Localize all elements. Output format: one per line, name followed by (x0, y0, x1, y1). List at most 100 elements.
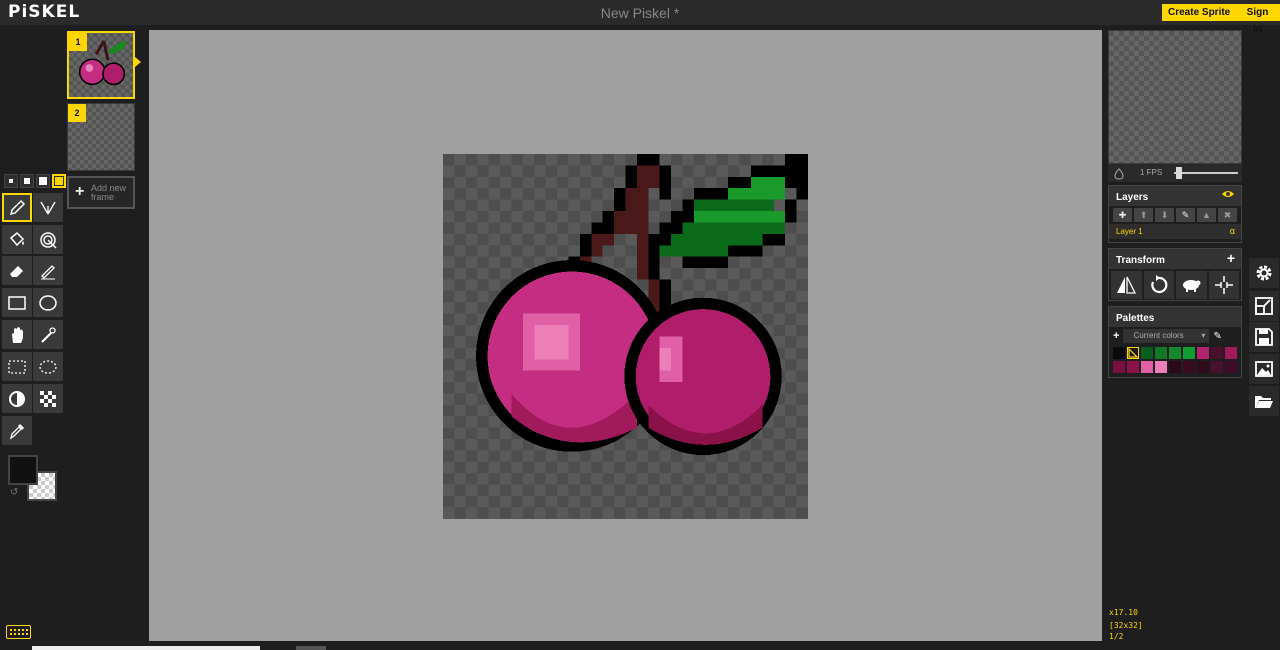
resize-button[interactable] (1249, 291, 1279, 321)
color-swatch[interactable] (1183, 347, 1195, 359)
color-swatch[interactable] (1197, 347, 1209, 359)
folder-open-icon (1255, 396, 1273, 408)
color-swatch[interactable] (1113, 347, 1125, 359)
chevron-down-icon: ▾ (1201, 331, 1206, 340)
add-palette-button[interactable]: + (1113, 330, 1119, 342)
color-swatch[interactable] (1169, 361, 1181, 373)
import-button[interactable] (1249, 386, 1279, 416)
pen-size-4[interactable] (52, 174, 66, 188)
delete-layer-button[interactable]: ✖ (1218, 208, 1237, 222)
color-swatch[interactable] (1197, 361, 1209, 373)
edit-layer-button[interactable]: ✎ (1176, 208, 1195, 222)
top-bar: PiSKEL New Piskel * Create Sprite Sign i… (0, 0, 1280, 35)
pen-size-3[interactable] (36, 174, 50, 188)
checker-icon (40, 390, 56, 407)
piskel-logo[interactable]: PiSKEL (8, 2, 80, 22)
fps-slider[interactable] (1174, 172, 1238, 174)
color-swatch[interactable] (1183, 361, 1195, 373)
settings-button[interactable] (1249, 258, 1279, 288)
edit-palette-icon[interactable]: ✎ (1213, 331, 1221, 342)
circle-tool[interactable] (33, 288, 63, 317)
clone-button[interactable] (1176, 271, 1207, 299)
paint-bucket-tool[interactable] (2, 225, 32, 254)
layers-title: Layers (1109, 186, 1241, 206)
color-swatch[interactable] (1155, 361, 1167, 373)
plus-icon[interactable]: + (1227, 250, 1235, 266)
palette-dropdown[interactable]: Current colors ▾ (1123, 329, 1210, 343)
resize-icon (1255, 297, 1273, 315)
flip-icon (1117, 276, 1137, 294)
paint-all-same-color-tool[interactable] (33, 225, 63, 254)
pen-size-selector (4, 174, 66, 188)
animation-preview[interactable] (1108, 30, 1242, 164)
transform-panel: Transform + (1108, 248, 1242, 301)
layer-opacity[interactable]: α (1230, 226, 1235, 236)
selected-swatch-marker (1128, 348, 1138, 358)
frame-thumbnail[interactable]: 2 (67, 103, 135, 171)
onion-skin-icon[interactable] (1113, 167, 1125, 185)
color-swatch[interactable] (1211, 361, 1223, 373)
center-button[interactable] (1208, 271, 1239, 299)
dithering-tool[interactable] (33, 384, 63, 413)
move-tool[interactable] (2, 320, 32, 349)
sign-in-button[interactable]: Sign in (1235, 4, 1280, 35)
move-layer-up-button[interactable]: ⬆ (1134, 208, 1153, 222)
move-layer-down-button[interactable]: ⬇ (1155, 208, 1174, 222)
lighten-tool[interactable] (2, 384, 32, 413)
vertical-mirror-pen-tool[interactable] (33, 193, 63, 222)
arrow-up-icon: ⬆ (1139, 209, 1148, 220)
color-picker-tool[interactable] (2, 416, 32, 445)
flip-horizontal-button[interactable] (1111, 271, 1142, 299)
add-layer-button[interactable]: ✚ (1113, 208, 1132, 222)
keyboard-shortcuts-icon[interactable] (6, 625, 31, 639)
layer-item[interactable]: Layer 1 α (1109, 224, 1241, 239)
pen-icon (9, 199, 26, 215)
add-frame-button[interactable]: + Add new frame (67, 176, 135, 209)
color-swatch[interactable] (1127, 361, 1139, 373)
color-swatch[interactable] (1169, 347, 1181, 359)
palette-swatches (1109, 343, 1241, 377)
fps-controls: 1 FPS (1108, 164, 1242, 182)
color-swatch[interactable] (1141, 361, 1153, 373)
color-swatch[interactable] (1225, 361, 1237, 373)
rectangle-tool[interactable] (2, 288, 32, 317)
add-frame-label: Add new frame (91, 183, 127, 202)
color-swatch[interactable] (1225, 347, 1237, 359)
color-swatch[interactable] (1211, 347, 1223, 359)
zoom-level: x17.10 (1109, 608, 1138, 617)
primary-color[interactable] (8, 455, 38, 485)
color-swatch[interactable] (1141, 347, 1153, 359)
lasso-selection-tool[interactable] (33, 352, 63, 381)
fps-slider-handle[interactable] (1176, 167, 1182, 179)
swap-colors-icon[interactable]: ↺ (10, 487, 18, 498)
hand-icon (12, 326, 23, 343)
drawing-canvas[interactable] (443, 154, 808, 519)
center-icon (1214, 276, 1233, 294)
cherry-pixel-art (476, 154, 808, 456)
color-swatch[interactable] (1113, 361, 1125, 373)
drawing-workspace[interactable] (149, 30, 1102, 641)
frame-thumbnail[interactable]: 1 (67, 31, 141, 99)
shape-selection-tool[interactable] (33, 320, 63, 349)
create-sprite-button[interactable]: Create Sprite (1162, 4, 1237, 21)
color-swatch[interactable] (1127, 347, 1139, 359)
merge-icon: ▲ (1202, 210, 1211, 220)
spiral-icon (40, 231, 57, 249)
eye-icon[interactable] (1221, 189, 1235, 202)
horizontal-scrollbar[interactable] (32, 646, 260, 650)
stroke-tool[interactable] (33, 256, 63, 285)
document-title[interactable]: New Piskel * (0, 5, 1280, 21)
merge-layer-button[interactable]: ▲ (1197, 208, 1216, 222)
save-button[interactable] (1249, 322, 1279, 352)
color-swatch[interactable] (1155, 347, 1167, 359)
layer-toolbar: ✚ ⬆ ⬇ ✎ ▲ ✖ (1109, 206, 1241, 224)
rotate-button[interactable] (1143, 271, 1174, 299)
scrollbar-thumb[interactable] (296, 646, 326, 650)
pen-size-2[interactable] (20, 174, 34, 188)
rectangle-selection-tool[interactable] (2, 352, 32, 381)
eyedropper-icon (9, 423, 25, 439)
export-button[interactable] (1249, 354, 1279, 384)
eraser-tool[interactable] (2, 256, 32, 285)
pen-tool[interactable] (2, 193, 32, 222)
pen-size-1[interactable] (4, 174, 18, 188)
